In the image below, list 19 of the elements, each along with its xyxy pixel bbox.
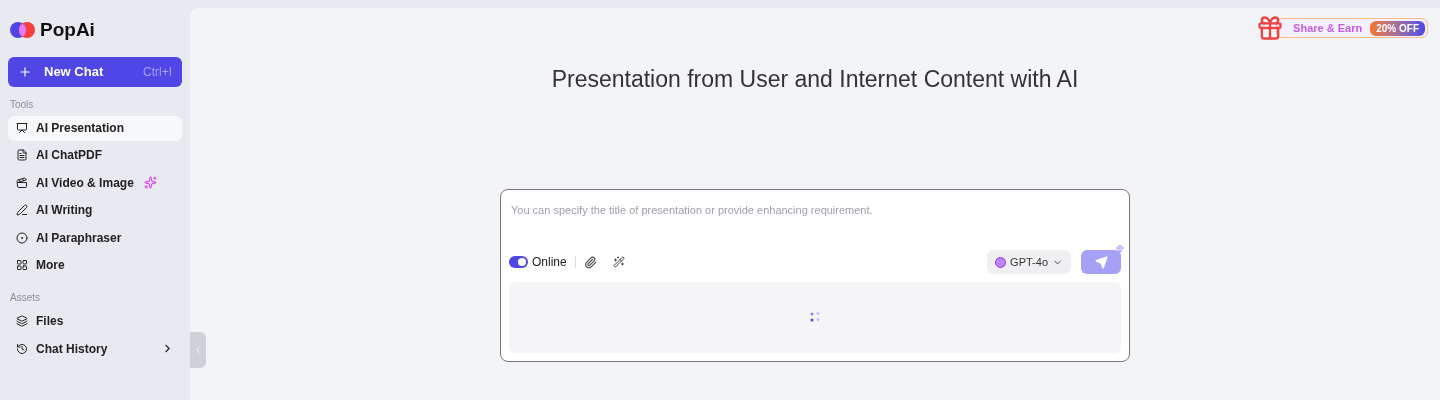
logo-text: PopAi [40, 18, 95, 42]
sidebar-item[interactable]: More [8, 252, 182, 278]
sidebar-item[interactable]: AI Presentation [8, 115, 182, 141]
sidebar-item[interactable]: AI Paraphraser [8, 225, 182, 251]
sidebar-item[interactable]: Files [8, 308, 182, 334]
model-selector[interactable]: GPT-4o [987, 250, 1071, 274]
sidebar-item[interactable]: AI Video & Image [8, 170, 182, 196]
page-title: Presentation from User and Internet Content with AI [551, 65, 1079, 94]
section-heading: Assets [9, 290, 41, 305]
sidebar-item[interactable]: AI Writing [8, 197, 182, 223]
shortcut-label: Ctrl+I [143, 63, 172, 81]
sidebar-item[interactable]: Chat History [8, 336, 182, 362]
promo-label: Share & Earn [1293, 20, 1363, 36]
discount-badge: 20% OFF [1370, 20, 1425, 36]
new-chat-button[interactable]: New Chat Ctrl+I [8, 56, 182, 87]
prompt-field[interactable]: You can specify the title of presentation or provide enhancing requirement. [509, 201, 1121, 218]
online-label: Online [532, 254, 567, 271]
sidebar-item[interactable]: AI ChatPDF [8, 142, 182, 168]
section-heading: Tools [9, 97, 35, 112]
